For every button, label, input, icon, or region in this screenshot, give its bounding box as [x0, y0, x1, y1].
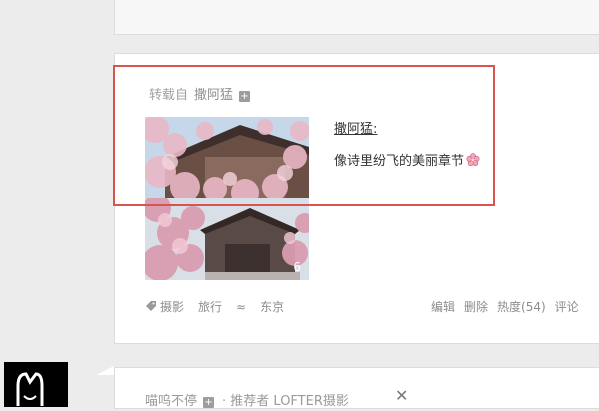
- follow-plus-icon[interactable]: +: [203, 397, 215, 408]
- recommender-text: · 推荐者 LOFTER摄影: [222, 394, 349, 409]
- lofter-cat-logo-icon: [16, 372, 44, 406]
- tag-item[interactable]: ≈: [236, 300, 246, 314]
- previous-post-card: [114, 0, 599, 35]
- next-post-author-link[interactable]: 喵呜不停: [145, 394, 197, 409]
- next-post-card: 喵呜不停 + · 推荐者 LOFTER摄影 ✕: [114, 367, 599, 409]
- close-icon[interactable]: ✕: [395, 386, 408, 405]
- avatar[interactable]: [4, 362, 68, 407]
- post-photo-2[interactable]: 6: [145, 198, 309, 280]
- heat-button[interactable]: 热度(54): [497, 300, 546, 314]
- delete-button[interactable]: 删除: [464, 300, 488, 314]
- tag-item[interactable]: 东京: [260, 300, 284, 314]
- next-post-header: 喵呜不停 + · 推荐者 LOFTER摄影: [145, 390, 349, 409]
- card-pointer: [96, 366, 114, 375]
- tag-item[interactable]: 旅行: [198, 300, 222, 314]
- highlight-box: [113, 65, 495, 206]
- cherry-blossom-shrine-image: [145, 198, 309, 280]
- tag-list: 摄影 旅行 ≈ 东京: [145, 298, 298, 315]
- comment-button[interactable]: 评论: [555, 300, 579, 314]
- tag-item[interactable]: 摄影: [160, 300, 184, 314]
- post-actions: 编辑 删除 热度(54) 评论: [431, 298, 588, 315]
- tag-icon: [146, 301, 156, 311]
- edit-button[interactable]: 编辑: [431, 300, 455, 314]
- photo-count-badge: 6: [293, 260, 301, 274]
